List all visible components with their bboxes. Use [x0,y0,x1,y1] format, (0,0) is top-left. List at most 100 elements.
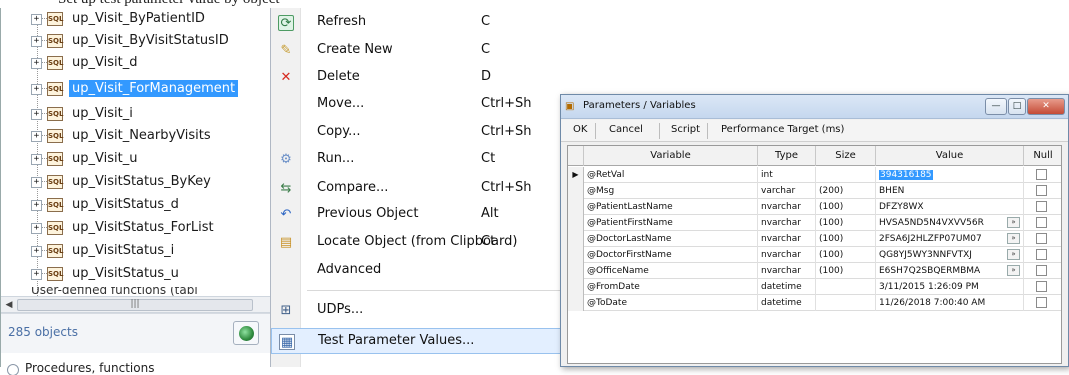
menu-item-locate-object[interactable]: ▤ Locate Object (from Clipboard) Ct [271,230,561,256]
cell-value-input[interactable]: 2FSA6J2HLZFP07UM07 » [876,231,1024,247]
null-checkbox[interactable] [1036,169,1047,180]
tree-item[interactable]: + SQL up_Visit_ByVisitStatusID [1,30,271,52]
row-indicator [568,199,584,215]
cell-value-input[interactable]: HVSA5ND5N4VXVV56R » [876,215,1024,231]
ellipsis-button[interactable]: » [1007,217,1020,228]
cell-value-input[interactable]: BHEN [876,183,1024,199]
null-checkbox[interactable] [1036,281,1047,292]
cell-value-input[interactable]: 11/26/2018 7:00:40 AM [876,295,1024,311]
menu-item-move[interactable]: Move... Ctrl+Sh [271,92,561,118]
menu-item-delete[interactable]: ✕ Delete D [271,65,561,91]
tree-item[interactable]: + SQL up_VisitStatus_ForList [1,217,271,239]
expand-icon[interactable]: + [31,131,42,142]
tree-item-label: up_VisitStatus_ForList [72,220,214,235]
table-row[interactable]: @DoctorLastName nvarchar (100) 2FSA6J2HL… [568,231,1061,247]
menu-item-previous-object[interactable]: ↶ Previous Object Alt [271,202,561,228]
scroll-left-icon[interactable]: ◀ [3,299,15,311]
tree-item[interactable]: + SQL up_VisitStatus_ByKey [1,171,271,193]
expand-icon[interactable]: + [31,84,42,95]
expand-icon[interactable]: + [31,269,42,280]
minimize-button[interactable]: — [985,98,1007,115]
ellipsis-button[interactable]: » [1007,249,1020,260]
cell-value-input[interactable]: 394316185 [876,167,1024,183]
menu-item-copy[interactable]: Copy... Ctrl+Sh [271,120,561,146]
expand-icon[interactable]: + [31,246,42,257]
menu-item-test-parameter-values[interactable]: ▦ Test Parameter Values... [271,328,561,354]
row-indicator [568,231,584,247]
tree-item[interactable]: + SQL up_Visit_ByPatientID [1,8,271,30]
menu-item-label: Delete [317,69,360,84]
cell-variable: @FromDate [584,279,758,295]
expand-icon[interactable]: + [31,109,42,120]
menu-item-advanced[interactable]: Advanced [271,258,561,284]
current-row-indicator-icon: ▶ [568,167,584,183]
table-row[interactable]: @DoctorFirstName nvarchar (100) QG8YJ5WY… [568,247,1061,263]
menu-item-refresh[interactable]: ⟳ Refresh C [271,10,561,36]
tree-item-selected[interactable]: + SQL up_Visit_ForManagement [1,78,271,100]
null-checkbox[interactable] [1036,185,1047,196]
expand-icon[interactable]: + [31,154,42,165]
column-header-variable[interactable]: Variable [584,146,758,166]
cell-value-input[interactable]: 3/11/2015 1:26:09 PM [876,279,1024,295]
table-row[interactable]: @PatientFirstName nvarchar (100) HVSA5ND… [568,215,1061,231]
expand-icon[interactable]: + [31,36,42,47]
script-button[interactable]: Script [671,124,700,135]
tree-item[interactable]: + SQL up_VisitStatus_i [1,240,271,262]
table-row[interactable]: @OfficeName nvarchar (100) E6SH7Q2SBQERM… [568,263,1061,279]
close-button[interactable]: ✕ [1027,98,1065,115]
cell-value-input[interactable]: QG8YJ5WY3NNFVTXJ » [876,247,1024,263]
null-checkbox[interactable] [1036,297,1047,308]
cell-null [1024,279,1061,295]
parameters-variables-dialog: ▣ Parameters / Variables — □ ✕ OK Cancel… [560,94,1069,367]
null-checkbox[interactable] [1036,233,1047,244]
radio-button[interactable] [7,364,19,375]
table-row[interactable]: @ToDate datetime 11/26/2018 7:00:40 AM [568,295,1061,311]
expand-icon[interactable]: + [31,200,42,211]
ok-button[interactable]: OK [573,124,587,135]
tree-item[interactable]: + SQL up_Visit_NearbyVisits [1,125,271,147]
tree-item[interactable]: + SQL up_VisitStatus_u [1,263,271,285]
table-row[interactable]: ▶ @RetVal int 394316185 [568,167,1061,183]
column-header-null[interactable]: Null [1024,146,1061,166]
menu-item-shortcut: D [481,69,492,84]
menu-item-run[interactable]: ⚙ Run... Ct [271,147,561,173]
expand-icon[interactable]: + [31,223,42,234]
dialog-title-bar[interactable]: ▣ Parameters / Variables — □ ✕ [561,95,1068,119]
tree-item[interactable]: + SQL up_VisitStatus_d [1,194,271,216]
ellipsis-button[interactable]: » [1007,233,1020,244]
menu-item-shortcut: Ct [481,151,496,166]
stored-procedure-icon: SQL [47,56,63,70]
scrollbar-thumb[interactable]: ||| [17,299,253,311]
null-checkbox[interactable] [1036,249,1047,260]
expand-icon[interactable]: + [31,14,42,25]
cancel-button[interactable]: Cancel [609,124,643,135]
maximize-button[interactable]: □ [1008,98,1026,115]
horizontal-scrollbar[interactable]: ◀ ||| [1,296,271,313]
menu-item-compare[interactable]: ⇆ Compare... Ctrl+Sh [271,176,561,202]
performance-target-button[interactable]: Performance Target (ms) [721,124,844,135]
menu-item-udps[interactable]: ⊞ UDPs... [271,298,561,324]
menu-item-shortcut: Ctrl+Sh [481,124,532,139]
expand-icon[interactable]: + [31,58,42,69]
null-checkbox[interactable] [1036,265,1047,276]
cell-value-input[interactable]: DFZY8WX [876,199,1024,215]
null-checkbox[interactable] [1036,217,1047,228]
cell-value-input[interactable]: E6SH7Q2SBQERMBMA » [876,263,1024,279]
table-row[interactable]: @PatientLastName nvarchar (100) DFZY8WX [568,199,1061,215]
menu-item-create-new[interactable]: ✎ Create New C [271,38,561,64]
refresh-objects-button[interactable] [233,321,259,345]
context-menu: ⟳ Refresh C ✎ Create New C ✕ Delete D Mo… [270,8,561,367]
expand-icon[interactable]: + [31,177,42,188]
column-header-type[interactable]: Type [758,146,816,166]
tree-item[interactable]: + SQL up_Visit_d [1,52,271,74]
ellipsis-button[interactable]: » [1007,265,1020,276]
stored-procedure-icon: SQL [47,244,63,258]
tree-item[interactable]: + SQL up_Visit_i [1,103,271,125]
table-row[interactable]: @Msg varchar (200) BHEN [568,183,1061,199]
stored-procedure-icon: SQL [47,267,63,281]
null-checkbox[interactable] [1036,201,1047,212]
column-header-size[interactable]: Size [816,146,876,166]
column-header-value[interactable]: Value [876,146,1024,166]
tree-item[interactable]: + SQL up_Visit_u [1,148,271,170]
table-row[interactable]: @FromDate datetime 3/11/2015 1:26:09 PM [568,279,1061,295]
